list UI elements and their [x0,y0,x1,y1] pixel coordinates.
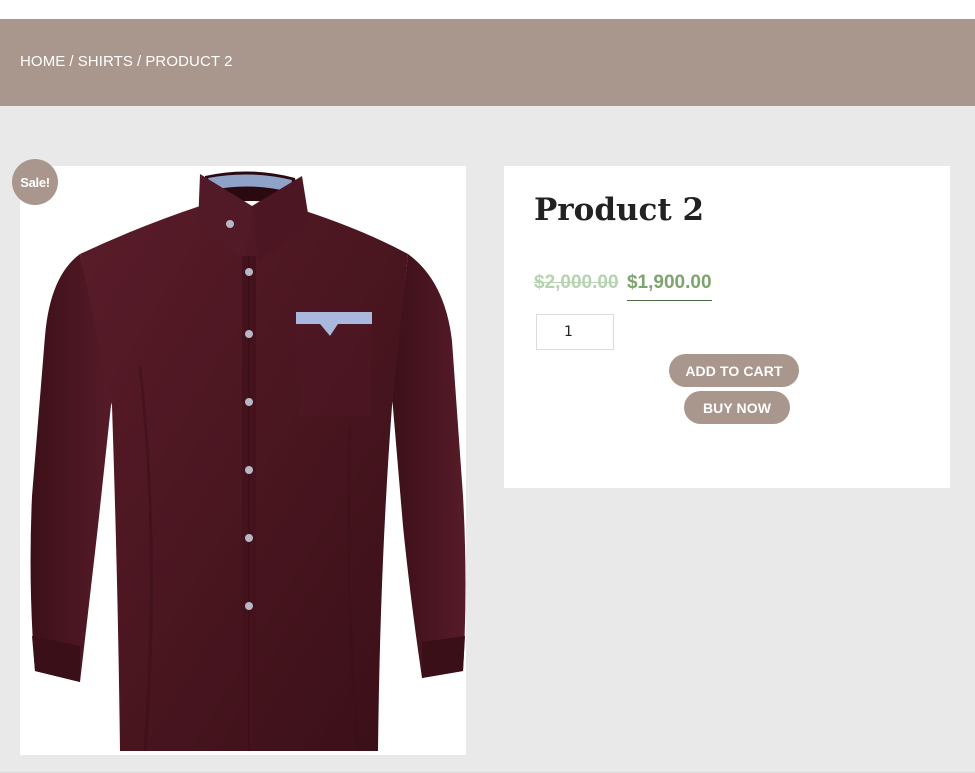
shirt-image [30,171,466,752]
sale-price: $1,900.00 [626,272,712,301]
breadcrumb-home-link[interactable]: HOME [20,53,65,70]
breadcrumb-current: PRODUCT 2 [145,53,233,70]
product-title: Product 2 [534,192,705,228]
breadcrumb-shirts-link[interactable]: SHIRTS [78,53,133,70]
buy-now-button[interactable]: BUY NOW [684,391,790,424]
price-row: $2,000.00 $1,900.00 [534,272,712,301]
top-bar [0,0,975,19]
breadcrumb-bar: HOME / SHIRTS / PRODUCT 2 [0,19,975,106]
breadcrumb-separator: / [137,53,142,70]
breadcrumb-separator: / [69,53,74,70]
product-summary: Product 2 $2,000.00 $1,900.00 ADD TO CAR… [504,166,950,488]
breadcrumb: HOME / SHIRTS / PRODUCT 2 [20,53,233,70]
product-image[interactable] [20,166,466,755]
add-to-cart-button[interactable]: ADD TO CART [669,354,799,387]
quantity-input[interactable] [536,314,614,350]
old-price: $2,000.00 [534,272,619,293]
sale-badge: Sale! [12,159,58,205]
